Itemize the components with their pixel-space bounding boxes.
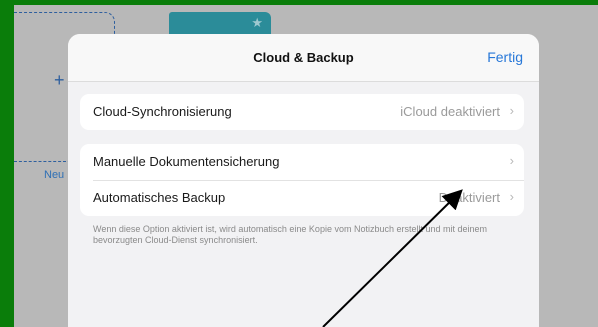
- star-icon: ★: [251, 15, 263, 30]
- sync-settings-group: Cloud-Synchronisierung iCloud deaktivier…: [80, 94, 524, 130]
- manual-backup-row[interactable]: Manuelle Dokumentensicherung ›: [80, 144, 524, 180]
- chevron-right-icon: ›: [509, 189, 514, 204]
- cloud-sync-label: Cloud-Synchronisierung: [93, 104, 232, 119]
- new-notebook-label[interactable]: Neu: [44, 169, 64, 181]
- auto-backup-label: Automatisches Backup: [93, 190, 226, 205]
- cloud-sync-row[interactable]: Cloud-Synchronisierung iCloud deaktivier…: [80, 94, 524, 130]
- cloud-sync-value: iCloud deaktiviert: [400, 104, 500, 119]
- cloud-backup-dialog: Cloud & Backup Fertig Cloud-Synchronisie…: [68, 34, 539, 327]
- dialog-title: Cloud & Backup: [253, 50, 354, 65]
- chevron-right-icon: ›: [509, 153, 514, 168]
- backup-settings-group: Manuelle Dokumentensicherung › Automatis…: [80, 144, 524, 216]
- plus-icon[interactable]: +: [54, 71, 65, 89]
- chevron-right-icon: ›: [509, 103, 514, 118]
- auto-backup-value: Deaktiviert: [438, 190, 500, 205]
- dialog-header: Cloud & Backup Fertig: [68, 34, 539, 82]
- manual-backup-label: Manuelle Dokumentensicherung: [93, 154, 280, 169]
- auto-backup-row[interactable]: Automatisches Backup Deaktiviert ›: [80, 180, 524, 216]
- done-button[interactable]: Fertig: [487, 49, 523, 65]
- auto-backup-footnote: Wenn diese Option aktiviert ist, wird au…: [93, 224, 488, 245]
